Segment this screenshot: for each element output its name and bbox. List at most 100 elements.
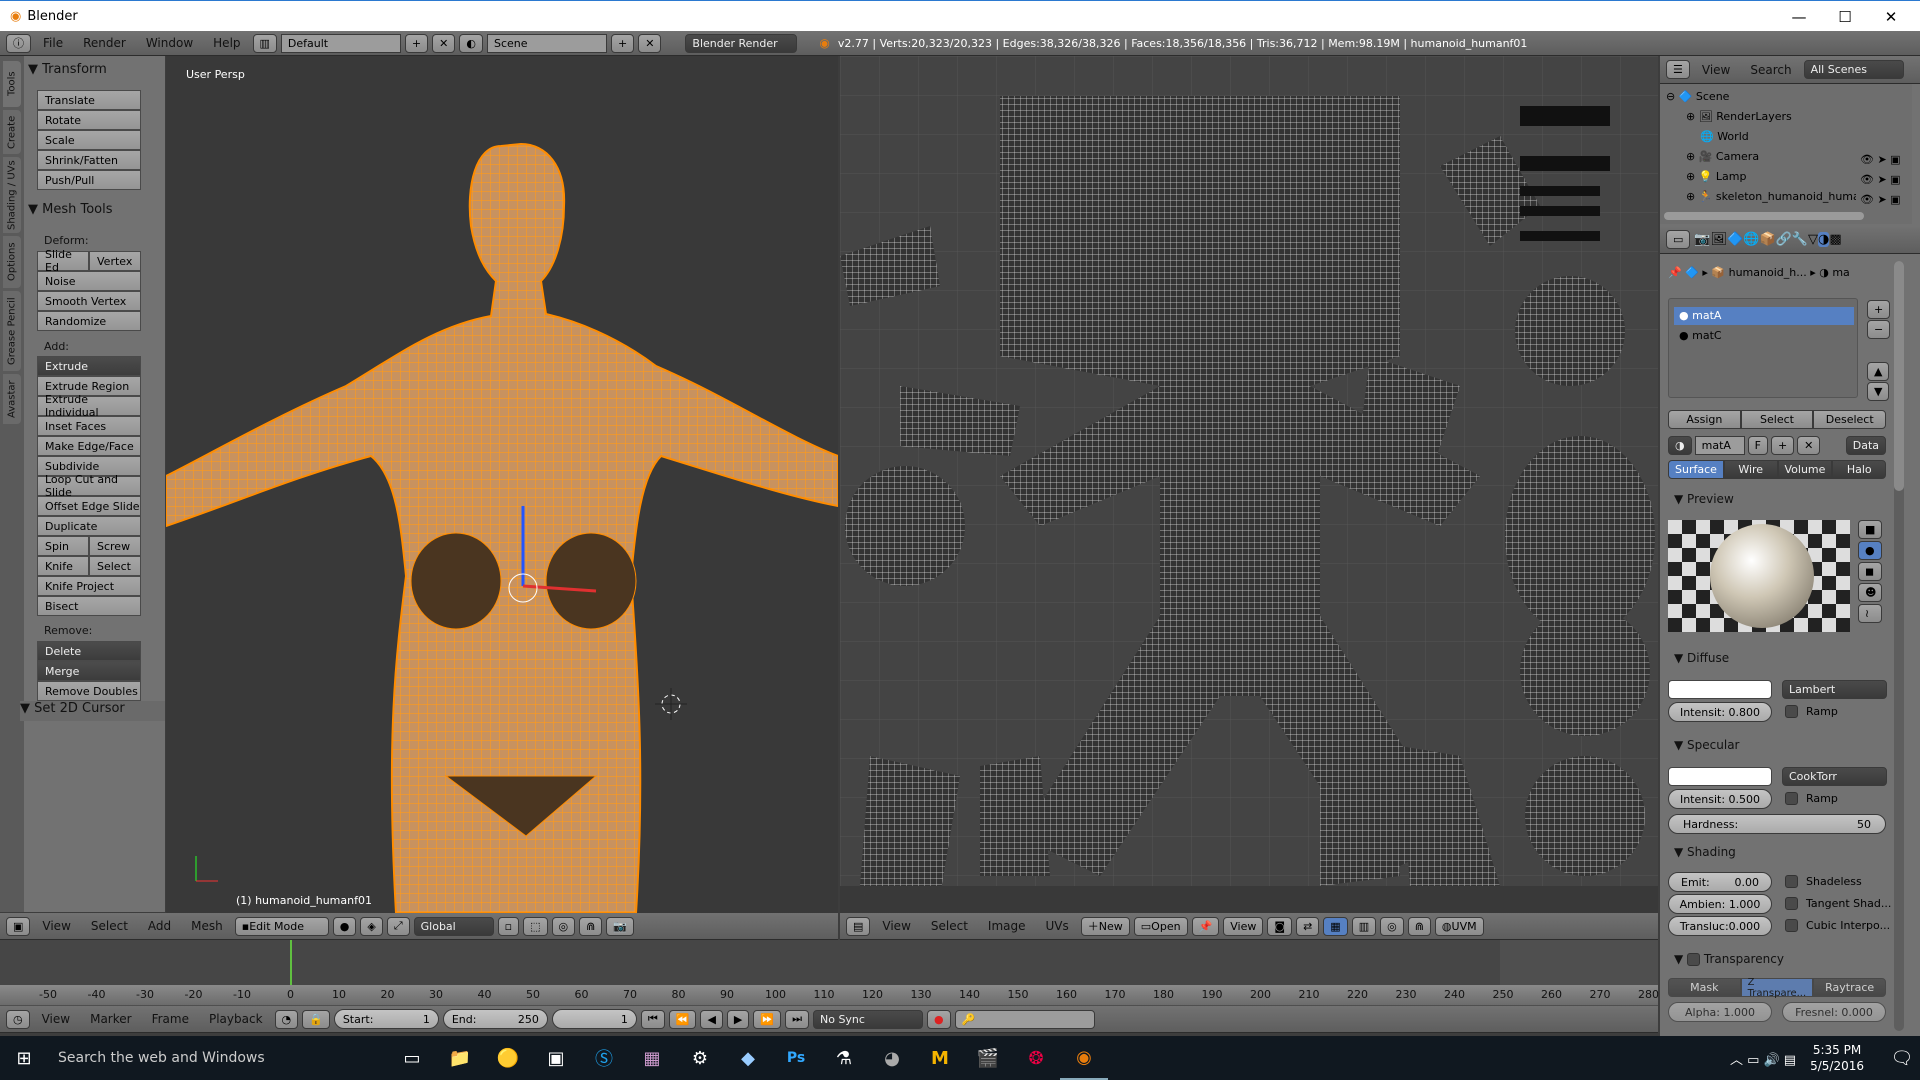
mode-z-transparency[interactable]: Z Transpare... <box>1740 977 1814 999</box>
tl-menu-view[interactable]: View <box>34 1012 78 1026</box>
unlink-material-icon[interactable]: ✕ <box>1797 436 1821 455</box>
material-slot-mata[interactable]: ● matA <box>1674 307 1854 325</box>
material-name-field[interactable]: matA <box>1694 436 1745 455</box>
specular-color-swatch[interactable] <box>1668 767 1772 786</box>
photoshop-icon[interactable]: Ps <box>772 1036 820 1080</box>
render-engine-select[interactable]: Blender Render <box>685 33 798 53</box>
fake-user-button[interactable]: F <box>1747 436 1768 455</box>
preview-plane-icon[interactable]: ■ <box>1858 520 1882 539</box>
diffuse-color-swatch[interactable] <box>1668 680 1772 699</box>
preview-monkey-icon[interactable]: ☻ <box>1858 583 1882 602</box>
info-editor-type-icon[interactable]: ⓘ <box>6 33 31 53</box>
sync-selection-icon[interactable]: ⇄ <box>1296 916 1320 936</box>
editor-type-3d-icon[interactable]: ▣ <box>6 916 31 936</box>
tab-volume[interactable]: Volume <box>1777 460 1833 479</box>
push-pull-button[interactable]: Push/Pull <box>37 170 141 190</box>
current-frame-marker[interactable] <box>290 940 292 985</box>
end-frame-field[interactable]: End: 250 <box>442 1009 548 1029</box>
specular-ramp-checkbox[interactable] <box>1785 792 1798 805</box>
new-image-button[interactable]: ＋ New <box>1080 916 1130 936</box>
smooth-vertex-button[interactable]: Smooth Vertex <box>37 291 141 311</box>
app-icon[interactable]: ▦ <box>628 1036 676 1080</box>
alpha-field[interactable]: Alpha: 1.000 <box>1668 1002 1772 1022</box>
snap-uv-icon[interactable]: ⋒ <box>1407 916 1431 936</box>
menu-mesh[interactable]: Mesh <box>183 919 231 933</box>
jump-start-icon[interactable]: ⏮ <box>640 1009 665 1029</box>
tab-create[interactable]: Create <box>3 110 21 154</box>
select-button[interactable]: Select <box>1740 410 1814 429</box>
tl-menu-marker[interactable]: Marker <box>82 1012 139 1026</box>
lock-icon[interactable]: 🔒 <box>302 1009 330 1029</box>
scene-icon[interactable]: ◐ <box>459 33 483 53</box>
tab-wire[interactable]: Wire <box>1723 460 1778 479</box>
delete-dropdown[interactable]: Delete <box>37 641 141 661</box>
mode-selector[interactable]: ▪ Edit Mode <box>234 916 329 936</box>
render-icon[interactable]: 📷 <box>606 916 635 936</box>
clock[interactable]: 5:35 PM 5/5/2016 <box>1810 1042 1864 1074</box>
prev-keyframe-icon[interactable]: ⏪ <box>668 1009 697 1029</box>
current-frame-field[interactable]: 1 <box>551 1009 637 1029</box>
file-explorer-icon[interactable]: 📁 <box>436 1036 484 1080</box>
mode-mask[interactable]: Mask <box>1668 978 1741 997</box>
windows-start-icon[interactable]: ⊞ <box>0 1036 48 1080</box>
uv-layout[interactable] <box>840 56 1658 913</box>
vertex-slide-button[interactable]: Vertex <box>89 251 141 271</box>
outliner-item-skeleton[interactable]: ⊕ 🏃 skeleton_humanoid_humar <box>1686 190 1856 203</box>
outliner-filter-select[interactable]: All Scenes <box>1803 60 1904 79</box>
tab-tools[interactable]: Tools <box>3 61 21 107</box>
transform-panel-header[interactable]: ▼ Transform <box>28 62 107 77</box>
noise-button[interactable]: Noise <box>37 271 141 291</box>
specular-shader-select[interactable]: CookTorr <box>1782 767 1887 786</box>
menu-add[interactable]: Add <box>140 919 179 933</box>
preview-hair-icon[interactable]: ≀ <box>1858 604 1882 623</box>
play-icon[interactable]: ▶ <box>726 1009 750 1029</box>
properties-tabs[interactable]: 📷🖼🔷🌐📦🔗🔧▽◑▩ <box>1694 232 1842 247</box>
bisect-button[interactable]: Bisect <box>37 596 141 616</box>
sticky-select-icon[interactable]: ▥ <box>1351 916 1377 936</box>
shrink-fatten-button[interactable]: Shrink/Fatten <box>37 150 141 170</box>
tab-grease-pencil[interactable]: Grease Pencil <box>3 291 21 371</box>
offset-edge-slide-button[interactable]: Offset Edge Slide <box>37 496 141 516</box>
remove-scene-icon[interactable]: ✕ <box>638 33 662 53</box>
tl-menu-playback[interactable]: Playback <box>201 1012 271 1026</box>
proportional-uv-icon[interactable]: ◎ <box>1380 916 1404 936</box>
loop-cut-button[interactable]: Loop Cut and Slide <box>37 473 141 499</box>
maximize-button[interactable]: ☐ <box>1822 1 1868 32</box>
knife-project-button[interactable]: Knife Project <box>37 576 141 596</box>
specular-intensity-slider[interactable]: Intensit: 0.500 <box>1668 789 1772 809</box>
next-keyframe-icon[interactable]: ⏩ <box>753 1009 782 1029</box>
sync-mode-select[interactable]: No Sync <box>812 1009 923 1029</box>
remove-layout-icon[interactable]: ✕ <box>432 33 456 53</box>
knife-button[interactable]: Knife <box>37 556 89 576</box>
uv-menu-image[interactable]: Image <box>980 919 1034 933</box>
cubic-interpolation-checkbox[interactable] <box>1785 919 1798 932</box>
preview-cube-icon[interactable]: ◼ <box>1858 562 1882 581</box>
shading-panel-header[interactable]: ▼ Shading <box>1674 845 1736 859</box>
steam-icon[interactable]: ◕ <box>868 1036 916 1080</box>
mode-raytrace[interactable]: Raytrace <box>1813 978 1887 997</box>
uv-menu-uvs[interactable]: UVs <box>1038 919 1077 933</box>
diffuse-shader-select[interactable]: Lambert <box>1782 680 1887 699</box>
slide-edge-button[interactable]: Slide Ed <box>37 248 89 274</box>
move-down-icon[interactable]: ▼ <box>1867 382 1890 401</box>
randomize-button[interactable]: Randomize <box>37 311 141 331</box>
outliner-item-world[interactable]: 🌐 World <box>1700 130 1749 143</box>
uv-menu-select[interactable]: Select <box>923 919 976 933</box>
pin-icon[interactable]: 📌 <box>1191 916 1220 936</box>
outliner-menu-search[interactable]: Search <box>1742 63 1799 77</box>
assign-button[interactable]: Assign <box>1668 410 1741 429</box>
tangent-shading-checkbox[interactable] <box>1785 897 1798 910</box>
material-slot-matc[interactable]: ● matC <box>1679 327 1722 345</box>
snap-icon[interactable]: ⋒ <box>579 916 603 936</box>
chrome-icon[interactable]: 🟡 <box>484 1036 532 1080</box>
shadeless-checkbox[interactable] <box>1785 875 1798 888</box>
tab-options[interactable]: Options <box>3 236 21 288</box>
translate-button[interactable]: Translate <box>37 90 141 110</box>
menu-file[interactable]: File <box>35 36 71 50</box>
tab-avastar[interactable]: Avastar <box>3 374 21 424</box>
material-browse-icon[interactable]: ◑ <box>1668 436 1692 455</box>
layout-selector[interactable]: Default <box>280 33 401 53</box>
inset-faces-button[interactable]: Inset Faces <box>37 416 141 436</box>
app-icon[interactable]: ▣ <box>532 1036 580 1080</box>
app-icon[interactable]: 🎬 <box>964 1036 1012 1080</box>
